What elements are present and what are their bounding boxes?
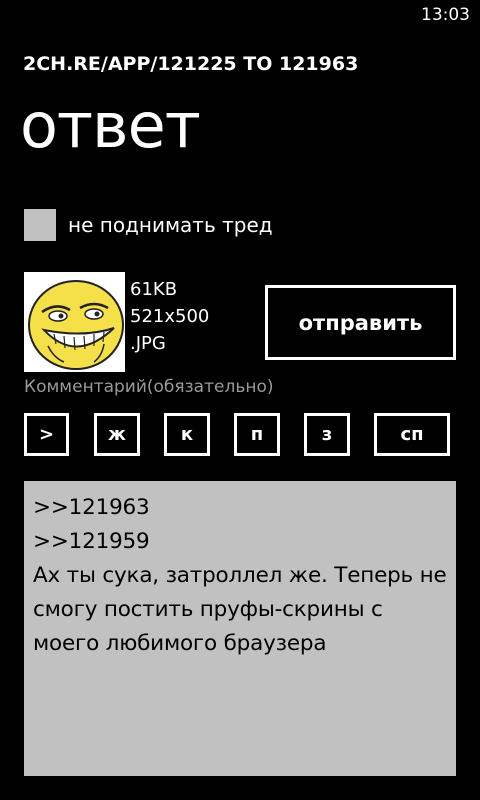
no-bump-label: не поднимать тред: [68, 213, 273, 237]
format-button-bold[interactable]: ж: [94, 413, 140, 456]
comment-line: >>121959: [33, 529, 150, 554]
comment-line: смогу постить пруфы-скрины с: [33, 597, 383, 622]
comment-label: Комментарий(обязательно): [24, 377, 274, 397]
comment-line: Ах ты сука, затроллел же. Теперь не: [33, 563, 447, 588]
no-bump-checkbox-row[interactable]: не поднимать тред: [24, 209, 273, 241]
page-title: ответ: [20, 89, 201, 162]
comment-line: моего любимого браузера: [33, 631, 327, 656]
no-bump-checkbox[interactable]: [24, 209, 56, 241]
status-time: 13:03: [421, 5, 470, 25]
send-button[interactable]: отправить: [265, 285, 456, 360]
app-title: 2CH.RE/APP/121225 TO 121963: [23, 53, 359, 75]
format-button-quote[interactable]: >: [24, 413, 69, 456]
format-button-spoiler[interactable]: сп: [374, 413, 450, 456]
attachment-thumbnail[interactable]: [24, 272, 125, 372]
format-button-italic[interactable]: к: [164, 413, 210, 456]
comment-line: >>121963: [33, 495, 150, 520]
attachment-dimensions: 521x500: [130, 306, 210, 327]
attachment-info: 61KB 521x500 .JPG: [130, 276, 209, 357]
trollface-icon: [24, 272, 125, 372]
attachment-extension: .JPG: [130, 333, 166, 354]
attachment-size: 61KB: [130, 279, 178, 300]
comment-textarea[interactable]: >>121963 >>121959 Ах ты сука, затроллел …: [24, 481, 456, 776]
format-button-strike[interactable]: з: [304, 413, 350, 456]
format-button-underline[interactable]: п: [234, 413, 280, 456]
